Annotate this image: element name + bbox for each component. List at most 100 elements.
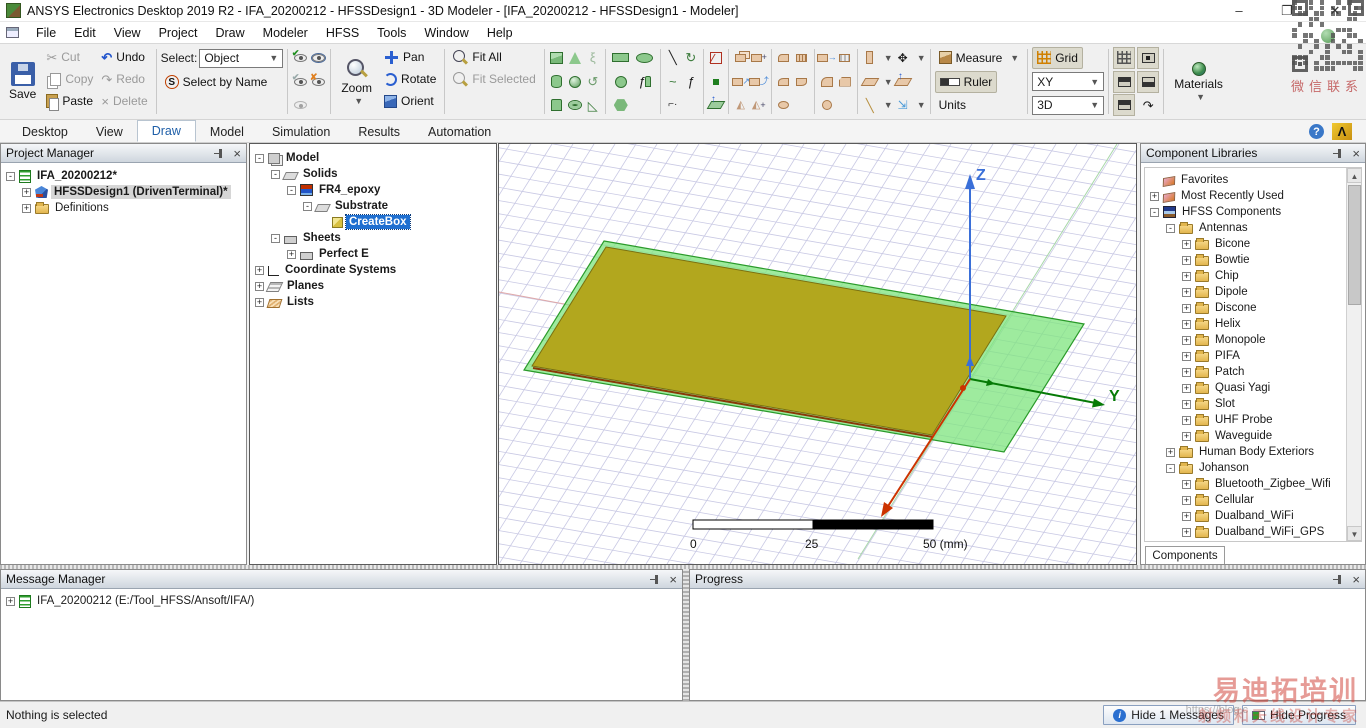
draw-ellipse-button[interactable]: [634, 50, 656, 66]
rotate-button[interactable]: Rotate: [380, 68, 440, 90]
menu-modeler[interactable]: Modeler: [254, 24, 317, 42]
draw-bondwire-button[interactable]: [708, 50, 724, 66]
draw-sweep-button[interactable]: ◺: [585, 97, 601, 113]
modeler-3d-viewport[interactable]: Z Y 0 25 50 (mm): [225, 28, 1366, 728]
draw-circle-button[interactable]: [610, 74, 632, 90]
draw-arc-button[interactable]: ↻: [683, 50, 699, 66]
draw-cone-button[interactable]: [567, 50, 583, 66]
hide-all-visibility-button[interactable]: [292, 97, 308, 113]
measure-dim-button[interactable]: [837, 50, 853, 66]
expander-icon[interactable]: +: [22, 203, 31, 213]
menu-hfss[interactable]: HFSS: [317, 24, 368, 42]
tree-item[interactable]: CreateBox: [252, 214, 494, 230]
expander-icon[interactable]: -: [1150, 207, 1159, 217]
chamfer-button[interactable]: [837, 74, 853, 90]
snap-face-toggle[interactable]: [1137, 70, 1160, 93]
orient-button[interactable]: Orient: [380, 90, 440, 112]
tab-draw[interactable]: Draw: [136, 120, 196, 142]
imprint-button[interactable]: [776, 97, 792, 113]
expander-icon[interactable]: +: [255, 297, 264, 307]
tree-item[interactable]: - Model: [252, 150, 494, 166]
close-button[interactable]: ✕: [1328, 3, 1342, 19]
draw-torus-button[interactable]: [567, 97, 583, 113]
copy-button[interactable]: Copy: [42, 68, 97, 90]
fit-all-button[interactable]: Fit All: [449, 46, 539, 68]
tree-item[interactable]: + Helix: [1147, 316, 1345, 332]
tree-item[interactable]: + PIFA: [1147, 348, 1345, 364]
zoom-button[interactable]: Zoom ▼: [335, 47, 378, 117]
tree-item[interactable]: + Lists: [252, 294, 494, 310]
menu-file[interactable]: File: [27, 24, 65, 42]
tree-item[interactable]: + Coordinate Systems: [252, 262, 494, 278]
ruler-toggle[interactable]: Ruler: [934, 70, 998, 93]
tree-item[interactable]: + Quasi Yagi: [1147, 380, 1345, 396]
expander-icon[interactable]: +: [22, 187, 31, 197]
snap-vertex-toggle[interactable]: [1137, 46, 1160, 69]
tree-item[interactable]: + IFA_20200212 (E:/Tool_HFSS/Ansoft/IFA/): [3, 593, 680, 609]
menu-tools[interactable]: Tools: [368, 24, 415, 42]
show-selected-visibility-button[interactable]: ✔: [292, 48, 308, 66]
tree-item[interactable]: + Waveguide: [1147, 428, 1345, 444]
draw-sphere-button[interactable]: [567, 74, 583, 90]
undo-button[interactable]: ↶ Undo: [97, 46, 151, 68]
materials-dropdown[interactable]: Materials ▼: [1168, 47, 1229, 117]
draw-spline-button[interactable]: ~: [665, 74, 681, 90]
edge-tools-button[interactable]: ╲: [862, 97, 878, 113]
expander-icon[interactable]: +: [1182, 271, 1191, 281]
tree-item[interactable]: - IFA_20200212*: [3, 168, 244, 184]
cs-tools-button[interactable]: ✥: [895, 50, 911, 66]
measure-button[interactable]: Measure ▼: [935, 47, 1024, 69]
expander-icon[interactable]: +: [287, 249, 296, 259]
expander-icon[interactable]: +: [255, 281, 264, 291]
tree-item[interactable]: + Human Body Exteriors: [1147, 444, 1345, 460]
snap-grid-toggle[interactable]: [1113, 46, 1136, 69]
components-tab[interactable]: Components: [1145, 546, 1225, 564]
duplicate-mirror-button[interactable]: ◭ +: [751, 97, 767, 113]
pan-button[interactable]: Pan: [380, 46, 440, 68]
expander-icon[interactable]: +: [6, 596, 15, 606]
tab-automation[interactable]: Automation: [414, 122, 505, 142]
expander-icon[interactable]: +: [1182, 255, 1191, 265]
draw-plane-button[interactable]: ↑: [706, 94, 726, 113]
sweep-vector-button[interactable]: →: [816, 50, 837, 66]
minimize-button[interactable]: –: [1232, 3, 1246, 19]
help-icon[interactable]: ?: [1309, 124, 1324, 139]
expander-icon[interactable]: -: [1166, 223, 1175, 233]
select-by-name-button[interactable]: S Select by Name: [161, 71, 272, 93]
draw-cylinder-button[interactable]: [549, 74, 565, 90]
rotate-object-button[interactable]: ↗: [731, 74, 750, 90]
draw-equation-curve-button[interactable]: ƒ: [683, 74, 699, 90]
tree-item[interactable]: + Most Recently Used: [1147, 188, 1345, 204]
visibility-dialog-button[interactable]: [310, 50, 326, 66]
expander-icon[interactable]: +: [1182, 511, 1191, 521]
tab-simulation[interactable]: Simulation: [258, 122, 344, 142]
menu-project[interactable]: Project: [150, 24, 207, 42]
mirror-button[interactable]: ◭: [733, 97, 749, 113]
expander-icon[interactable]: +: [1166, 447, 1175, 457]
save-button[interactable]: Save: [3, 46, 42, 116]
close-icon[interactable]: ×: [1352, 573, 1360, 586]
draw-point-button[interactable]: [708, 74, 724, 90]
expander-icon[interactable]: -: [255, 153, 264, 163]
tree-item[interactable]: + HFSSDesign1 (DrivenTerminal)*: [3, 184, 244, 200]
expander-icon[interactable]: -: [6, 171, 15, 181]
expander-icon[interactable]: +: [1182, 415, 1191, 425]
expander-icon[interactable]: +: [1182, 335, 1191, 345]
cut-button[interactable]: ✂ Cut: [42, 46, 97, 68]
menu-window[interactable]: Window: [415, 24, 477, 42]
scrollbar-thumb[interactable]: [1348, 185, 1361, 305]
tree-item[interactable]: + Dipole: [1147, 284, 1345, 300]
tree-item[interactable]: + Slot: [1147, 396, 1345, 412]
expander-icon[interactable]: +: [1150, 191, 1159, 201]
draw-box-button[interactable]: [549, 50, 565, 66]
expander-icon[interactable]: -: [287, 185, 296, 195]
drawing-plane-dropdown[interactable]: XY ▼: [1032, 72, 1105, 91]
snap-center-toggle[interactable]: [1113, 94, 1136, 117]
expander-icon[interactable]: +: [1182, 431, 1191, 441]
tab-results[interactable]: Results: [344, 122, 414, 142]
expander-icon[interactable]: +: [1182, 527, 1191, 537]
hide-selected-visibility-button[interactable]: ✘: [310, 72, 326, 90]
draw-line-button[interactable]: ╲: [665, 50, 681, 66]
expander-icon[interactable]: +: [1182, 319, 1191, 329]
select-mode-dropdown[interactable]: Object ▼: [199, 48, 284, 68]
